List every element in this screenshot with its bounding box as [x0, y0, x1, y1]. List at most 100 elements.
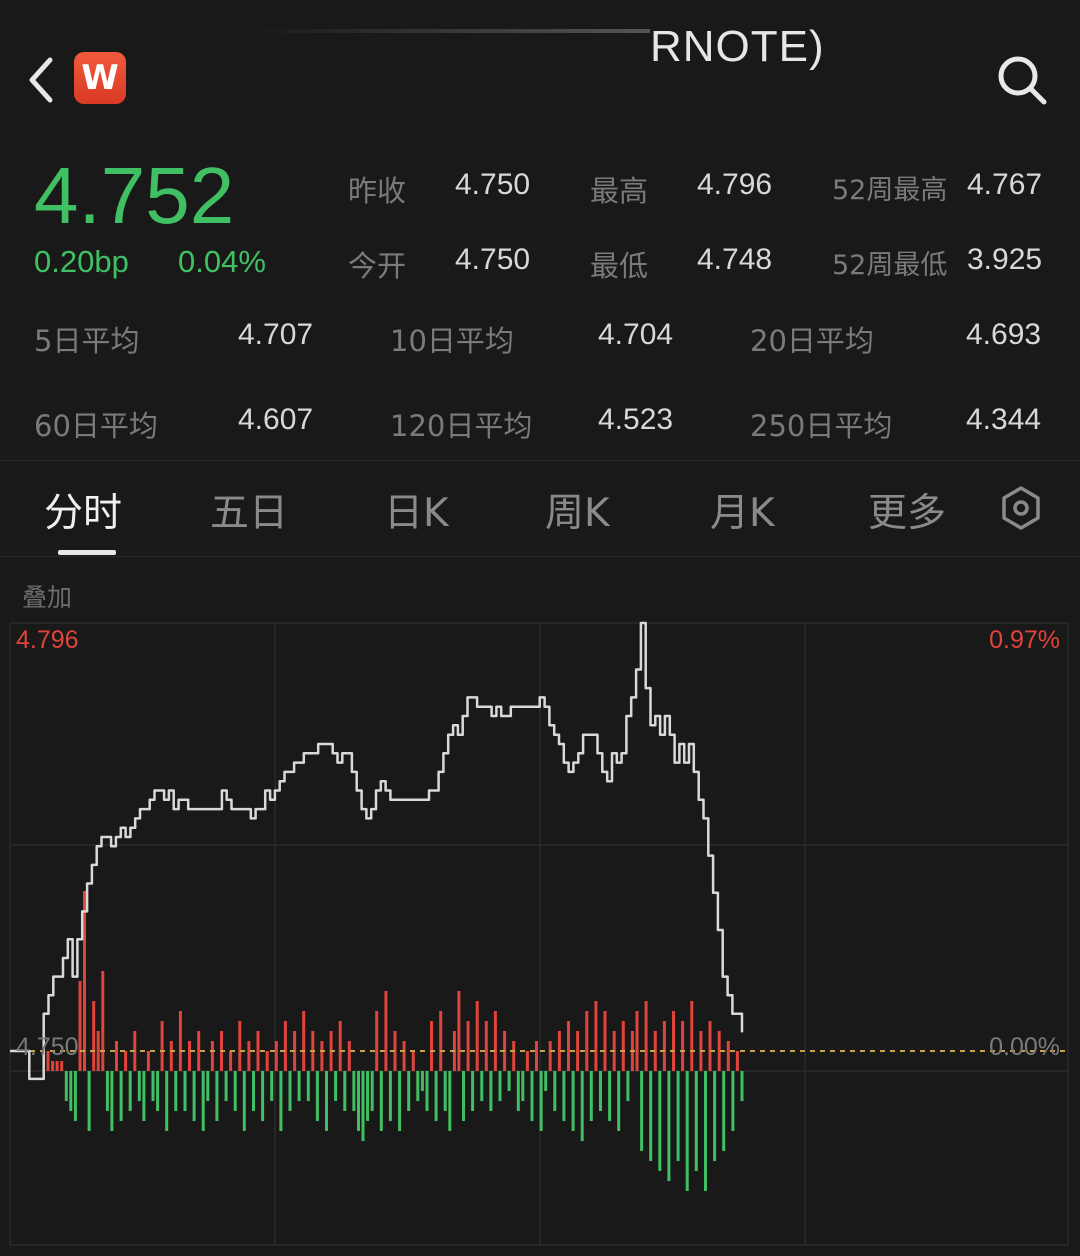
overlay-button[interactable]: 叠加 — [22, 578, 72, 614]
volume-bar — [443, 1071, 447, 1111]
stat-label-low: 最低 — [590, 249, 649, 283]
volume-bar — [124, 1051, 128, 1071]
y-max-label: 4.796 — [16, 626, 79, 654]
search-icon[interactable] — [994, 52, 1050, 108]
volume-bar — [690, 1001, 694, 1071]
volume-bar — [325, 1071, 328, 1131]
volume-bar — [562, 1071, 566, 1121]
tab-weekly-k[interactable]: 周K — [545, 482, 610, 538]
title-fade-decoration — [250, 29, 650, 33]
volume-bar — [544, 1071, 548, 1091]
tab-intraday[interactable]: 分时 — [44, 482, 122, 538]
avg-value-5d: 4.707 — [238, 318, 314, 351]
volume-bar — [197, 1031, 201, 1071]
volume-bar — [448, 1071, 452, 1131]
volume-bar — [480, 1071, 484, 1101]
volume-bar — [667, 1071, 671, 1181]
avg-value-60d: 4.607 — [238, 403, 314, 436]
volume-bar — [635, 1011, 639, 1071]
volume-bar — [553, 1071, 557, 1111]
avg-label-5d: 5日平均 — [34, 324, 140, 358]
volume-bar — [516, 1071, 520, 1111]
volume-bar — [658, 1071, 662, 1171]
settings-hexagon-icon[interactable] — [998, 485, 1044, 531]
volume-bar — [229, 1051, 233, 1071]
volume-bar — [366, 1071, 370, 1121]
volume-bar — [51, 1061, 55, 1071]
volume-bar — [471, 1071, 475, 1111]
volume-bar — [672, 1011, 675, 1071]
volume-bar — [525, 1051, 529, 1071]
volume-bar — [466, 1021, 470, 1071]
volume-bar — [169, 1041, 173, 1071]
volume-bar — [279, 1071, 283, 1131]
avg-value-120d: 4.523 — [598, 403, 674, 436]
volume-bar — [128, 1071, 132, 1111]
volume-bar — [302, 1011, 306, 1071]
volume-bar — [420, 1071, 424, 1091]
volume-bar — [352, 1071, 356, 1111]
volume-bar — [101, 971, 105, 1071]
tab-more[interactable]: 更多 — [868, 482, 946, 538]
volume-bar — [430, 1021, 433, 1071]
volume-bar — [548, 1041, 552, 1071]
stat-label-52w-high: 52周最高 — [832, 175, 948, 206]
volume-bar — [73, 1071, 77, 1121]
volume-bar — [151, 1071, 155, 1101]
tab-daily-k[interactable]: 日K — [384, 482, 449, 538]
volume-bar — [78, 981, 82, 1071]
volume-bar — [69, 1071, 73, 1111]
change-percent: 0.04% — [178, 244, 266, 279]
volume-bar — [233, 1071, 237, 1111]
volume-bar — [96, 1031, 100, 1071]
volume-bar — [343, 1071, 347, 1111]
volume-bar — [338, 1021, 342, 1071]
volume-bar — [621, 1021, 625, 1071]
volume-bar — [576, 1031, 580, 1071]
volume-bar — [535, 1041, 538, 1071]
intraday-chart[interactable]: 4.796 0.97% 4.750 0.00% — [0, 615, 1080, 1255]
volume-bar — [347, 1041, 351, 1071]
volume-bar — [334, 1071, 338, 1101]
volume-bar — [644, 1001, 648, 1071]
volume-bar — [60, 1061, 64, 1071]
volume-bar — [242, 1071, 246, 1131]
volume-bar — [530, 1071, 534, 1121]
volume-bars — [46, 891, 744, 1191]
volume-bar — [92, 1001, 96, 1071]
avg-value-10d: 4.704 — [598, 318, 674, 351]
volume-bar — [439, 1011, 443, 1071]
volume-bar — [681, 1021, 685, 1071]
volume-bar — [735, 1051, 739, 1071]
volume-bar — [498, 1071, 502, 1101]
volume-bar — [411, 1051, 415, 1071]
volume-bar — [115, 1041, 118, 1071]
volume-bar — [55, 1061, 59, 1071]
pct-max-label: 0.97% — [989, 626, 1060, 654]
volume-bar — [201, 1071, 205, 1131]
volume-bar — [119, 1071, 123, 1121]
avg-label-10d: 10日平均 — [390, 324, 514, 358]
last-price: 4.752 — [34, 151, 235, 240]
volume-bar — [384, 991, 388, 1071]
back-chevron-icon[interactable] — [22, 52, 62, 108]
volume-bar — [315, 1071, 319, 1121]
volume-bar — [475, 1001, 479, 1071]
volume-bar — [379, 1071, 383, 1131]
avg-label-20d: 20日平均 — [750, 324, 874, 358]
volume-bar — [156, 1071, 160, 1111]
avg-value-250d: 4.344 — [966, 403, 1042, 436]
volume-bar — [704, 1071, 707, 1191]
stat-value-high: 4.796 — [697, 168, 773, 201]
stat-value-52w-high: 4.767 — [967, 168, 1043, 201]
volume-bar — [270, 1071, 274, 1101]
volume-bar — [580, 1071, 584, 1141]
volume-bar — [256, 1031, 260, 1071]
volume-bar — [740, 1071, 744, 1101]
volume-bar — [484, 1021, 488, 1071]
tab-monthly-k[interactable]: 月K — [710, 482, 775, 538]
volume-bar — [462, 1071, 465, 1121]
volume-bar — [165, 1071, 169, 1131]
stat-label-52w-low: 52周最低 — [832, 250, 948, 281]
tab-five-day[interactable]: 五日 — [210, 482, 288, 538]
